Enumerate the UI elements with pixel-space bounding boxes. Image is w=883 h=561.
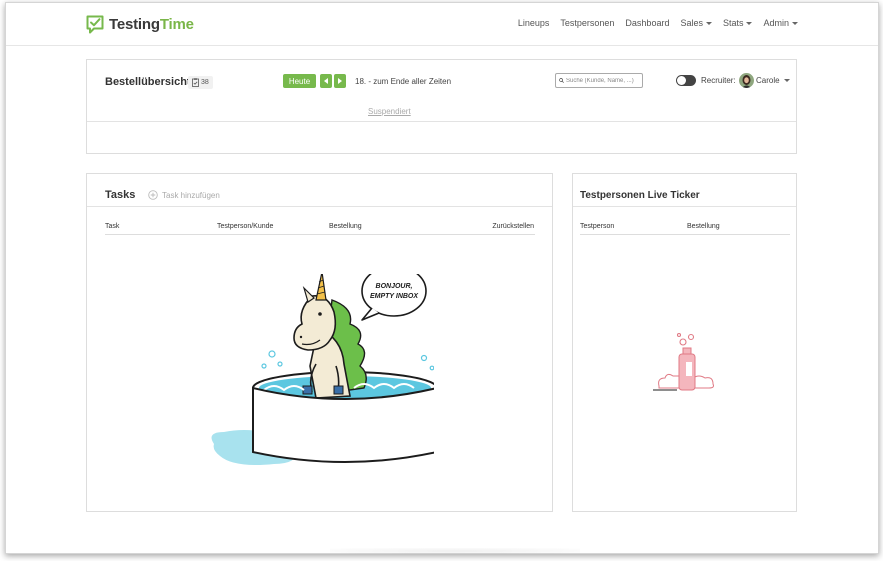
ticker-title: Testpersonen Live Ticker [580,190,700,201]
nav-dashboard[interactable]: Dashboard [625,18,669,28]
column-header-bestellung[interactable]: Bestellung [329,223,362,230]
date-range-label: 18. - zum Ende aller Zeiten [355,77,452,86]
app-window: TestingTime Lineups Testpersonen Dashboa… [5,2,879,554]
previous-period-button[interactable] [320,74,332,88]
suspended-link[interactable]: Suspendiert [368,107,411,116]
column-header-bestellung[interactable]: Bestellung [687,223,720,230]
column-header-testperson-kunde[interactable]: Testperson/Kunde [217,223,273,230]
column-header-testperson[interactable]: Testperson [580,223,614,230]
arrow-right-icon [338,78,342,84]
live-ticker-panel: Testpersonen Live Ticker Testperson Best… [572,173,797,512]
divider [573,206,796,207]
window-shadow [330,548,580,554]
brand-name: TestingTime [109,15,194,33]
today-button[interactable]: Heute [283,74,316,88]
nav-stats[interactable]: Stats [723,18,753,28]
speech-bubble-line1: BONJOUR, [376,283,413,290]
next-period-button[interactable] [334,74,346,88]
search-icon [559,78,564,83]
nav-lineups[interactable]: Lineups [518,18,550,28]
caret-down-icon[interactable] [784,79,790,82]
recruiter-avatar[interactable] [739,73,754,88]
caret-down-icon [792,21,798,25]
order-count-badge: 38 [188,76,213,89]
recruiter-label: Recruiter: [701,76,736,85]
nav-admin[interactable]: Admin [763,18,798,28]
add-task-button[interactable]: Task hinzufügen [148,190,220,200]
tasks-title: Tasks [105,189,136,201]
recruiter-name[interactable]: Carole [756,76,780,85]
page-title: Bestellübersicht [105,76,191,88]
table-header-divider [580,234,790,235]
caret-down-icon [746,21,753,25]
plus-circle-icon [148,190,158,200]
brand-logo[interactable]: TestingTime [86,13,194,35]
tasks-panel: Tasks Task hinzufügen Task Testperson/Ku… [86,173,553,512]
top-navbar: TestingTime Lineups Testpersonen Dashboa… [6,3,878,46]
caret-down-icon [705,21,712,25]
toggle-knob [677,76,686,85]
divider [87,206,552,207]
empty-inbox-unicorn-illustration: BONJOUR, EMPTY INBOX [211,274,434,465]
recruiter-toggle[interactable] [676,75,696,86]
logo-chat-check-icon [86,15,104,34]
divider [87,121,796,122]
nav-testpersonen[interactable]: Testpersonen [560,18,614,28]
clipboard-check-icon [192,78,199,87]
speech-bubble-line2: EMPTY INBOX [370,293,419,300]
main-nav: Lineups Testpersonen Dashboard Sales Sta… [518,18,798,28]
arrow-left-icon [324,78,328,84]
column-header-zurueckstellen[interactable]: Zurückstellen [492,223,534,230]
search-input[interactable] [566,77,642,84]
column-header-task[interactable]: Task [105,223,119,230]
nav-sales[interactable]: Sales [680,18,712,28]
table-header-divider [105,234,535,235]
order-overview-panel: Bestellübersicht 38 Heute 18. - zum Ende… [86,59,797,154]
order-search-box[interactable] [555,73,643,88]
empty-bottle-illustration [653,332,714,391]
